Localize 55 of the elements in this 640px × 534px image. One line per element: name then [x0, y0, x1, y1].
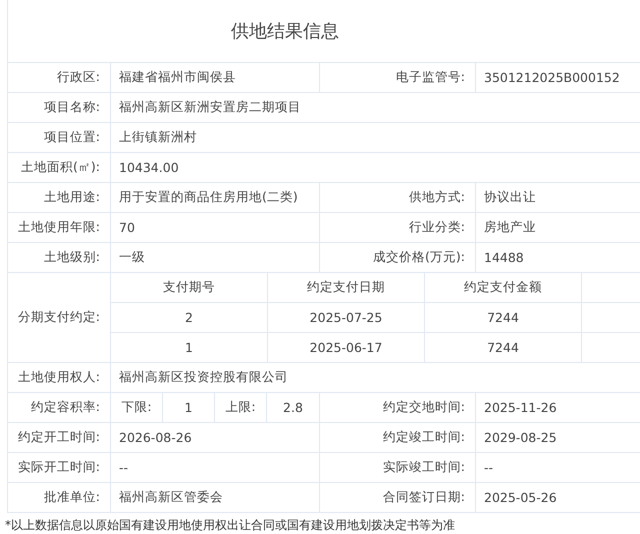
column-header: 支付期号 — [111, 273, 267, 302]
field-value: 上街镇新洲村 — [111, 123, 640, 152]
field-label: 约定开工时间: — [8, 423, 110, 452]
field-label: 成交价格(万元): — [320, 243, 475, 272]
field-value: 3501212025B000152 — [476, 63, 640, 92]
page-title: 供地结果信息 — [231, 20, 339, 43]
field-label: 供地方式: — [320, 183, 475, 212]
field-value: 14488 — [476, 243, 640, 272]
field-label: 土地级别: — [8, 243, 110, 272]
field-value: 用于安置的商品住房用地(二类) — [111, 183, 319, 212]
field-label: 约定竣工时间: — [320, 423, 475, 452]
field-value: 福建省福州市闽侯县 — [111, 63, 319, 92]
field-value: 1 — [163, 393, 214, 422]
field-value: 一级 — [111, 243, 319, 272]
field-label: 批准单位: — [8, 483, 110, 512]
field-label: 行业分类: — [320, 213, 475, 242]
field-label: 土地使用权人: — [8, 363, 110, 392]
field-label: 项目位置: — [8, 123, 110, 152]
table-cell: 2 — [111, 303, 267, 332]
field-label: 约定容积率: — [8, 393, 110, 422]
table-cell: 7244 — [425, 333, 581, 362]
field-label: 实际开工时间: — [8, 453, 110, 482]
field-label: 实际竣工时间: — [320, 453, 475, 482]
field-value: 2.8 — [267, 393, 319, 422]
field-value: 70 — [111, 213, 319, 242]
field-label: 合同签订日期: — [320, 483, 475, 512]
field-value: -- — [111, 453, 319, 482]
field-label: 土地面积(㎡): — [8, 153, 110, 182]
column-header: 约定支付日期 — [268, 273, 424, 302]
field-label: 项目名称: — [8, 93, 110, 122]
field-label: 土地使用年限: — [8, 213, 110, 242]
field-value: 福州高新区投资控股有限公司 — [111, 363, 640, 392]
table-cell: 2025-06-17 — [268, 333, 424, 362]
field-value: 2025-05-26 — [476, 483, 640, 512]
table-cell: 2025-07-25 — [268, 303, 424, 332]
field-value: 福州高新区新洲安置房二期项目 — [111, 93, 640, 122]
field-label: 电子监管号: — [320, 63, 475, 92]
field-value: 2025-11-26 — [476, 393, 640, 422]
field-value: 协议出让 — [476, 183, 640, 212]
field-value: 10434.00 — [111, 153, 640, 182]
field-label: 行政区: — [8, 63, 110, 92]
field-value: 2029-08-25 — [476, 423, 640, 452]
field-label: 下限: — [111, 393, 162, 422]
table-cell: 7244 — [425, 303, 581, 332]
column-header: 约定支付金额 — [425, 273, 581, 302]
field-label: 分期支付约定: — [8, 273, 110, 362]
field-value: 2026-08-26 — [111, 423, 319, 452]
field-value: -- — [476, 453, 640, 482]
footnote: *以上数据信息以原始国有建设用地使用权出让合同或国有建设用地划拨决定书等为准 — [5, 517, 456, 534]
field-label: 约定交地时间: — [320, 393, 475, 422]
table-cell: 1 — [111, 333, 267, 362]
field-label: 上限: — [215, 393, 266, 422]
field-label: 土地用途: — [8, 183, 110, 212]
field-value: 房地产业 — [476, 213, 640, 242]
field-value: 福州高新区管委会 — [111, 483, 319, 512]
